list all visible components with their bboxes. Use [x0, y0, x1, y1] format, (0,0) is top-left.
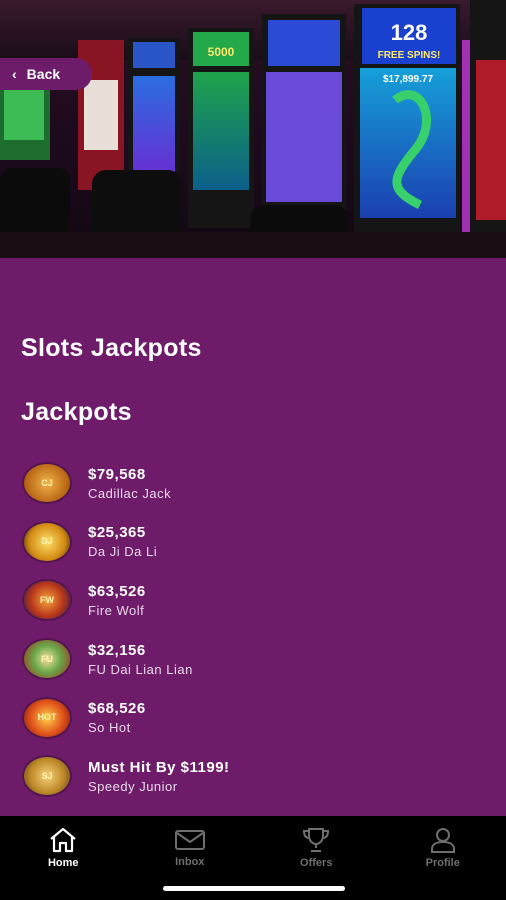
- trophy-icon: [303, 828, 330, 852]
- da-ji-da-li-logo-icon: DJ: [24, 522, 70, 561]
- home-icon: [50, 827, 76, 853]
- person-icon: [430, 828, 455, 853]
- cadillac-jack-logo-icon: CJ: [24, 464, 70, 503]
- jackpot-amount: $79,568: [88, 465, 146, 483]
- svg-text:5000: 5000: [208, 45, 235, 59]
- jackpot-game-name: Cadillac Jack: [88, 485, 172, 501]
- nav-label-offers: Offers: [300, 857, 333, 869]
- jackpot-amount: Must Hit By $1199!: [88, 758, 230, 776]
- so-hot-logo-icon: HOT: [24, 698, 70, 737]
- back-label: Back: [26, 66, 61, 82]
- nav-item-inbox[interactable]: Inbox: [127, 816, 254, 880]
- nav-label-inbox: Inbox: [175, 856, 205, 868]
- jackpot-game-name: Da Ji Da Li: [88, 544, 158, 560]
- speedy-junior-logo-icon: SJ: [24, 757, 70, 796]
- jackpot-list: CJ $79,568 Cadillac Jack DJ $25,365 Da J…: [24, 454, 484, 806]
- svg-text:FREE SPINS!: FREE SPINS!: [378, 50, 441, 61]
- home-indicator: [163, 886, 345, 891]
- back-button[interactable]: ‹ Back: [0, 58, 92, 90]
- mail-icon: [174, 830, 205, 850]
- chevron-left-icon: ‹: [12, 66, 17, 82]
- jackpot-game-name: So Hot: [88, 720, 131, 736]
- hero-image: 5000 128 FREE SPINS! $17,899.77: [0, 0, 506, 258]
- fire-wolf-logo-icon: FW: [24, 581, 70, 620]
- svg-text:$17,899.77: $17,899.77: [383, 74, 433, 85]
- jackpot-item-fire-wolf[interactable]: FW $63,526 Fire Wolf: [24, 571, 484, 630]
- section-title: Jackpots: [21, 398, 132, 426]
- jackpot-amount: $25,365: [88, 524, 146, 542]
- nav-item-offers[interactable]: Offers: [253, 816, 380, 880]
- nav-label-profile: Profile: [425, 857, 460, 869]
- fu-dai-lian-lian-logo-icon: FU: [24, 640, 70, 679]
- jackpot-item-fu-dai-lian-lian[interactable]: FU $32,156 FU Dai Lian Lian: [24, 630, 484, 689]
- jackpot-item-speedy-junior[interactable]: SJ Must Hit By $1199! Speedy Junior: [24, 747, 484, 806]
- nav-label-home: Home: [47, 857, 79, 869]
- nav-item-profile[interactable]: Profile: [380, 816, 506, 880]
- main-content: Slots Jackpots Jackpots CJ $79,568 Cadil…: [0, 258, 506, 816]
- jackpot-game-name: FU Dai Lian Lian: [88, 661, 193, 677]
- svg-text:128: 128: [391, 20, 428, 45]
- jackpot-game-name: Fire Wolf: [88, 602, 145, 618]
- jackpot-amount: $63,526: [88, 582, 146, 600]
- jackpot-item-so-hot[interactable]: HOT $68,526 So Hot: [24, 688, 484, 747]
- jackpot-item-da-ji-da-li[interactable]: DJ $25,365 Da Ji Da Li: [24, 513, 484, 572]
- jackpot-game-name: Speedy Junior: [88, 778, 178, 794]
- jackpot-amount: $68,526: [88, 700, 146, 718]
- casino-slot-machines-photo: 5000 128 FREE SPINS! $17,899.77: [0, 0, 506, 258]
- jackpot-item-cadillac-jack[interactable]: CJ $79,568 Cadillac Jack: [24, 454, 484, 513]
- page-title: Slots Jackpots: [21, 334, 202, 362]
- jackpot-amount: $32,156: [88, 641, 146, 659]
- nav-item-home[interactable]: Home: [0, 816, 127, 880]
